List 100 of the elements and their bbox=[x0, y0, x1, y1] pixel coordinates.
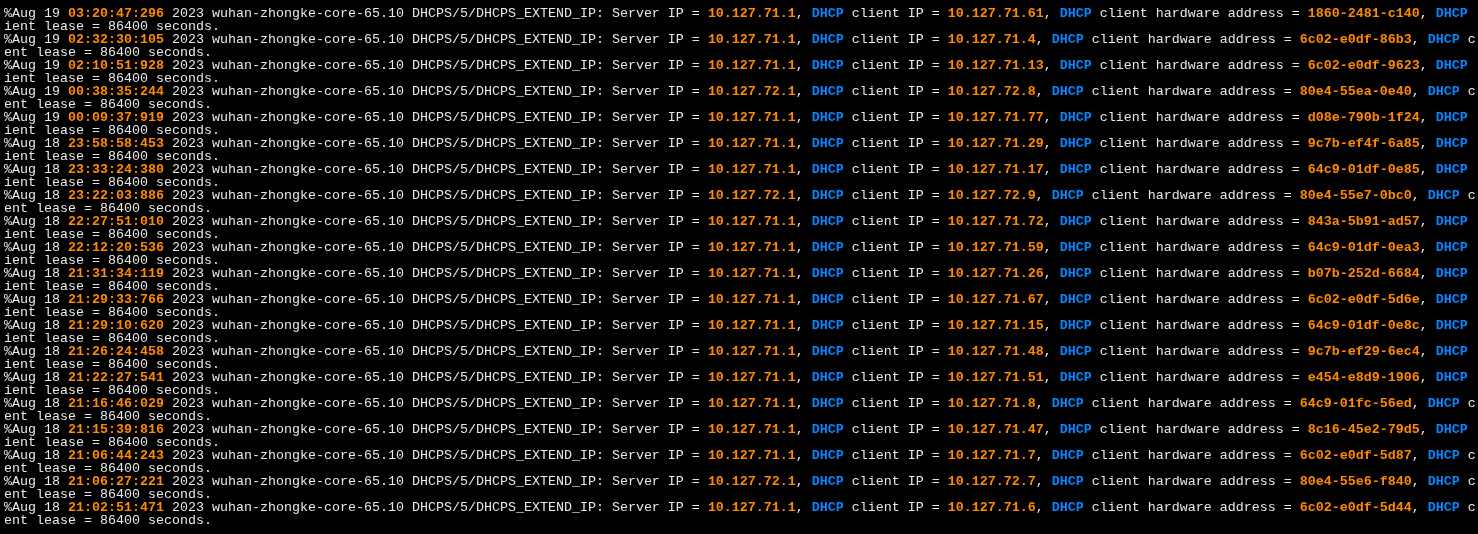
log-text: , bbox=[1411, 500, 1421, 515]
log-value: 10.127.71.59 bbox=[947, 240, 1044, 255]
log-text: , bbox=[1411, 32, 1421, 47]
log-value: 10.127.71.1 bbox=[707, 396, 796, 411]
log-text: , bbox=[795, 266, 805, 281]
log-value: 10.127.71.1 bbox=[707, 448, 796, 463]
log-text: 2023 wuhan-zhongke-core-65.10 DHCPS/5/DHCPS_EXTEND_IP: Server IP = bbox=[170, 32, 701, 47]
log-text: %Aug 18 bbox=[4, 292, 61, 307]
log-text: , bbox=[1419, 422, 1429, 437]
log-text: , bbox=[1043, 110, 1053, 125]
log-keyword: DHCP bbox=[1051, 500, 1084, 515]
log-keyword: DHCP bbox=[811, 474, 844, 489]
log-keyword: DHCP bbox=[811, 500, 844, 515]
log-value: 10.127.71.26 bbox=[947, 266, 1044, 281]
log-text: client IP = bbox=[850, 266, 941, 281]
log-text: ent lease = 86400 seconds. bbox=[4, 45, 212, 60]
log-value: 00:38:35:244 bbox=[68, 84, 164, 99]
log-text: client hardware address = bbox=[1098, 292, 1301, 307]
log-keyword: DHCP bbox=[1059, 240, 1092, 255]
log-value: 10.127.71.1 bbox=[707, 266, 796, 281]
log-text: client IP = bbox=[850, 474, 941, 489]
log-text: 2023 wuhan-zhongke-core-65.10 DHCPS/5/DHCPS_EXTEND_IP: Server IP = bbox=[170, 422, 701, 437]
log-text: 2023 wuhan-zhongke-core-65.10 DHCPS/5/DHCPS_EXTEND_IP: Server IP = bbox=[170, 266, 701, 281]
log-text: c bbox=[1466, 474, 1476, 489]
log-value: 21:22:27:541 bbox=[68, 370, 164, 385]
log-text: client hardware address = bbox=[1098, 266, 1301, 281]
log-text: %Aug 18 bbox=[4, 396, 61, 411]
log-value: b07b-252d-6684 bbox=[1307, 266, 1420, 281]
log-text: ient lease = 86400 seconds. bbox=[4, 383, 220, 398]
log-text: client IP = bbox=[850, 422, 941, 437]
log-text: ient lease = 86400 seconds. bbox=[4, 149, 220, 164]
log-text: , bbox=[1043, 214, 1053, 229]
log-text: %Aug 18 bbox=[4, 448, 61, 463]
log-text: ient lease = 86400 seconds. bbox=[4, 227, 220, 242]
log-text: %Aug 19 bbox=[4, 58, 61, 73]
log-text: 2023 wuhan-zhongke-core-65.10 DHCPS/5/DHCPS_EXTEND_IP: Server IP = bbox=[170, 474, 701, 489]
log-keyword: DHCP bbox=[1435, 266, 1468, 281]
log-text: client IP = bbox=[850, 84, 941, 99]
log-keyword: DHCP bbox=[1051, 396, 1084, 411]
log-value: 6c02-e0df-86b3 bbox=[1299, 32, 1412, 47]
log-keyword: DHCP bbox=[811, 448, 844, 463]
log-keyword: DHCP bbox=[1435, 6, 1468, 21]
log-text: client hardware address = bbox=[1098, 344, 1301, 359]
log-text: %Aug 18 bbox=[4, 240, 61, 255]
log-keyword: DHCP bbox=[1435, 110, 1468, 125]
log-text: 2023 wuhan-zhongke-core-65.10 DHCPS/5/DHCPS_EXTEND_IP: Server IP = bbox=[170, 448, 701, 463]
log-text: , bbox=[1035, 188, 1045, 203]
log-keyword: DHCP bbox=[1427, 448, 1460, 463]
log-text: client IP = bbox=[850, 448, 941, 463]
log-value: 02:32:30:105 bbox=[68, 32, 164, 47]
log-value: 10.127.71.13 bbox=[947, 58, 1044, 73]
log-value: d08e-790b-1f24 bbox=[1307, 110, 1420, 125]
log-text: ient lease = 86400 seconds. bbox=[4, 435, 220, 450]
log-text: client hardware address = bbox=[1090, 396, 1293, 411]
log-keyword: DHCP bbox=[1059, 6, 1092, 21]
log-text: 2023 wuhan-zhongke-core-65.10 DHCPS/5/DHCPS_EXTEND_IP: Server IP = bbox=[170, 500, 701, 515]
log-keyword: DHCP bbox=[1427, 84, 1460, 99]
log-keyword: DHCP bbox=[1435, 422, 1468, 437]
log-value: 21:29:33:766 bbox=[68, 292, 164, 307]
log-text: ient lease = 86400 seconds. bbox=[4, 71, 220, 86]
log-text: , bbox=[795, 344, 805, 359]
log-text: c bbox=[1466, 84, 1476, 99]
log-value: 02:10:51:928 bbox=[68, 58, 164, 73]
log-text: ent lease = 86400 seconds. bbox=[4, 201, 212, 216]
log-text: , bbox=[1035, 32, 1045, 47]
log-text: client IP = bbox=[850, 32, 941, 47]
log-keyword: DHCP bbox=[1435, 240, 1468, 255]
log-keyword: DHCP bbox=[1051, 448, 1084, 463]
log-text: client IP = bbox=[850, 136, 941, 151]
log-value: 10.127.71.1 bbox=[707, 318, 796, 333]
log-value: 22:27:51:010 bbox=[68, 214, 164, 229]
log-text: 2023 wuhan-zhongke-core-65.10 DHCPS/5/DHCPS_EXTEND_IP: Server IP = bbox=[170, 6, 701, 21]
log-value: 03:20:47:296 bbox=[68, 6, 164, 21]
log-value: 21:16:46:029 bbox=[68, 396, 164, 411]
log-keyword: DHCP bbox=[1059, 136, 1092, 151]
log-keyword: DHCP bbox=[811, 58, 844, 73]
log-text: client hardware address = bbox=[1098, 370, 1301, 385]
log-value: 10.127.72.7 bbox=[947, 474, 1036, 489]
log-value: 21:15:39:816 bbox=[68, 422, 164, 437]
log-value: 6c02-e0df-5d44 bbox=[1299, 500, 1412, 515]
log-text: , bbox=[1035, 396, 1045, 411]
log-text: client IP = bbox=[850, 292, 941, 307]
log-text: 2023 wuhan-zhongke-core-65.10 DHCPS/5/DHCPS_EXTEND_IP: Server IP = bbox=[170, 214, 701, 229]
log-text: , bbox=[795, 292, 805, 307]
log-text: %Aug 19 bbox=[4, 84, 61, 99]
log-keyword: DHCP bbox=[1051, 84, 1084, 99]
log-value: 21:29:10:620 bbox=[68, 318, 164, 333]
log-text: ient lease = 86400 seconds. bbox=[4, 305, 220, 320]
log-keyword: DHCP bbox=[811, 266, 844, 281]
log-text: client IP = bbox=[850, 6, 941, 21]
log-text: client IP = bbox=[850, 318, 941, 333]
log-text: , bbox=[795, 396, 805, 411]
log-text: client hardware address = bbox=[1090, 32, 1293, 47]
log-value: 10.127.72.1 bbox=[707, 84, 796, 99]
log-text: , bbox=[1035, 474, 1045, 489]
log-value: 21:06:44:243 bbox=[68, 448, 164, 463]
log-text: client IP = bbox=[850, 240, 941, 255]
log-text: client IP = bbox=[850, 344, 941, 359]
log-text: , bbox=[795, 318, 805, 333]
log-text: client hardware address = bbox=[1098, 136, 1301, 151]
